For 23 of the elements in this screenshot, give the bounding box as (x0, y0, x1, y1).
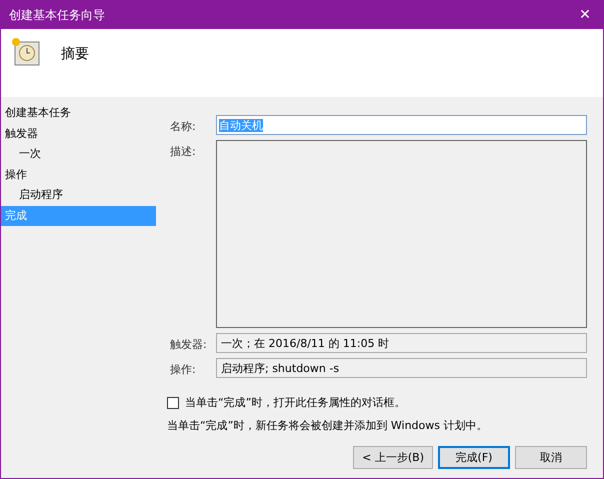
window-title: 创建基本任务向导 (9, 6, 105, 24)
info-text: 当单击“完成”时，新任务将会被创建并添加到 Windows 计划中。 (167, 418, 488, 433)
field-label: 操作: (170, 362, 197, 377)
description-field[interactable] (216, 140, 587, 328)
name-value: 自动关机 (219, 119, 263, 132)
wizard-step[interactable]: 启动程序 (1, 185, 156, 205)
action-field: 启动程序; shutdown -s (216, 358, 587, 378)
trigger-field: 一次；在 2016/8/11 的 11:05 时 (216, 333, 587, 353)
field-label: 描述: (170, 144, 197, 159)
wizard-step[interactable]: 操作 (1, 164, 156, 184)
checkbox-label: 当单击“完成”时，打开此任务属性的对话框。 (185, 395, 406, 410)
dialog-button[interactable]: 完成(F) (438, 446, 510, 469)
page-title: 摘要 (61, 45, 89, 63)
checkbox[interactable] (167, 396, 179, 408)
dialog-button[interactable]: 取消 (515, 446, 587, 469)
dialog-button[interactable]: < 上一步(B) (353, 446, 433, 469)
field-label: 名称: (170, 119, 197, 134)
task-clock-icon (11, 37, 41, 67)
field-label: 触发器: (170, 337, 208, 352)
close-button[interactable]: ✕ (575, 7, 595, 23)
wizard-step[interactable]: 创建基本任务 (1, 103, 156, 123)
wizard-step[interactable]: 一次 (1, 144, 156, 164)
wizard-step[interactable]: 触发器 (1, 124, 156, 144)
